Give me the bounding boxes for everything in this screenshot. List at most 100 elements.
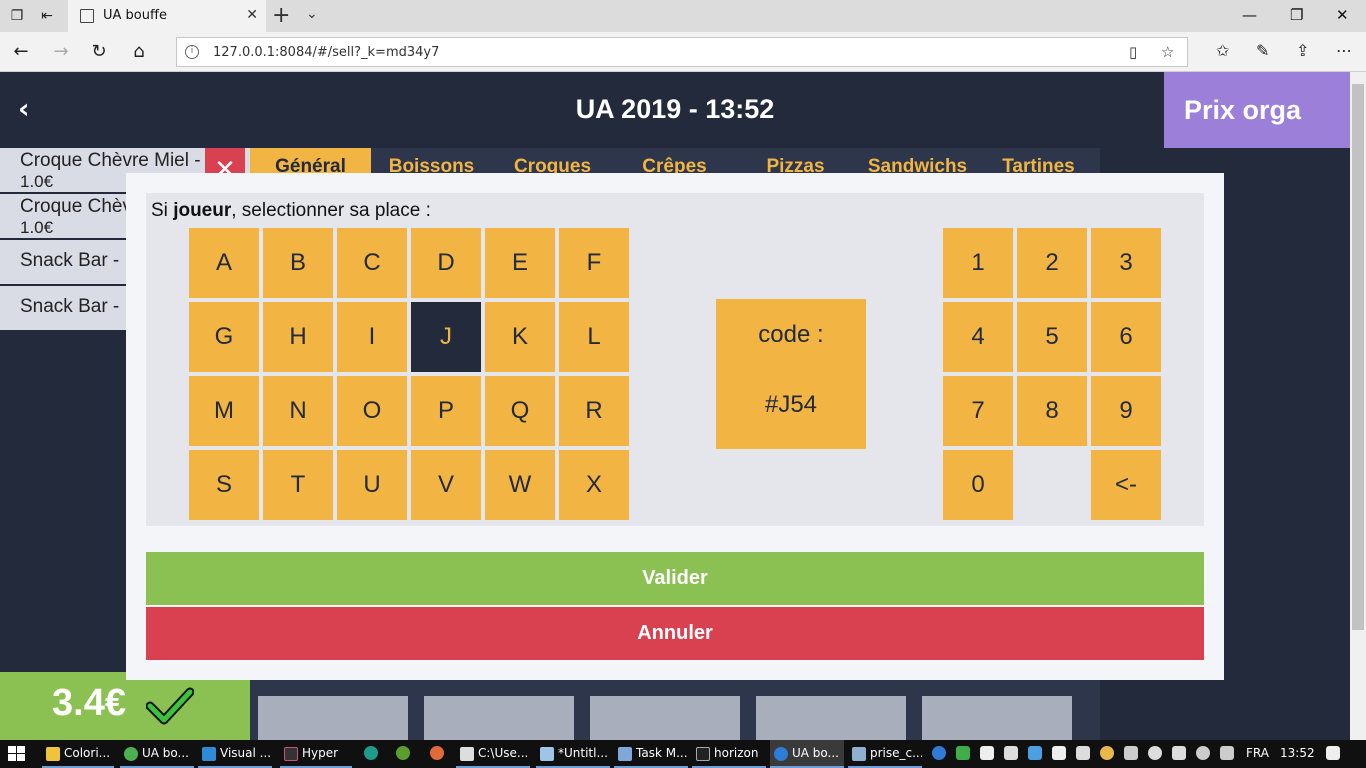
app-icon[interactable] (1052, 746, 1066, 760)
back-arrow-icon[interactable]: ← (10, 41, 32, 63)
seat-letter-key[interactable]: O (337, 376, 407, 446)
seat-letter-key[interactable]: L (559, 302, 629, 372)
seat-letter-key[interactable]: R (559, 376, 629, 446)
seat-letter-key[interactable]: D (411, 228, 481, 298)
app-icon[interactable] (956, 746, 970, 760)
app-icon[interactable] (430, 746, 444, 760)
home-icon[interactable]: ⌂ (128, 41, 150, 63)
tab-sandwichs[interactable]: Sandwichs (857, 148, 978, 176)
seat-letter-key[interactable]: G (189, 302, 259, 372)
digit-key[interactable]: 6 (1091, 302, 1161, 372)
tab-croques[interactable]: Croques (492, 148, 613, 176)
reading-view-icon[interactable]: ▯ (1129, 43, 1137, 61)
seat-letter-key[interactable]: U (337, 450, 407, 520)
seat-letter-key[interactable]: B (263, 228, 333, 298)
seat-letter-key[interactable]: M (189, 376, 259, 446)
seat-letter-key[interactable]: S (189, 450, 259, 520)
minimize-icon[interactable]: — (1242, 6, 1257, 24)
cloud-icon[interactable] (1148, 746, 1162, 760)
scrollbar-thumb[interactable] (1352, 84, 1364, 630)
product-tile[interactable] (922, 696, 1072, 740)
digit-key[interactable]: 7 (943, 376, 1013, 446)
seat-letter-key[interactable]: P (411, 376, 481, 446)
favorites-icon[interactable]: ✩ (1216, 41, 1229, 60)
tab-preview-icon[interactable]: ❐ (8, 7, 26, 25)
tab-tartines[interactable]: Tartines (978, 148, 1099, 176)
digit-key[interactable]: 5 (1017, 302, 1087, 372)
wifi-icon[interactable] (1196, 746, 1210, 760)
taskbar-item[interactable]: horizon (692, 740, 766, 768)
seat-letter-key[interactable]: C (337, 228, 407, 298)
chevron-down-icon[interactable]: ⌄ (306, 6, 318, 22)
app-icon[interactable] (396, 746, 410, 760)
language-indicator[interactable]: FRA (1246, 746, 1269, 760)
app-icon[interactable] (364, 746, 378, 760)
digit-key[interactable]: 4 (943, 302, 1013, 372)
seat-letter-key[interactable]: T (263, 450, 333, 520)
seat-letter-key[interactable]: A (189, 228, 259, 298)
product-tile[interactable] (756, 696, 906, 740)
taskbar-item[interactable]: Colori... (42, 740, 114, 768)
close-window-icon[interactable]: ✕ (1336, 6, 1349, 24)
seat-letter-key[interactable]: E (485, 228, 555, 298)
clock[interactable]: 13:52 (1280, 746, 1315, 760)
seat-letter-key[interactable]: J (411, 302, 481, 372)
taskbar-item[interactable]: UA bo... (120, 740, 194, 768)
seat-letter-key[interactable]: V (411, 450, 481, 520)
app-icon[interactable] (980, 746, 994, 760)
notifications-icon[interactable] (1326, 746, 1340, 760)
digit-key[interactable]: 8 (1017, 376, 1087, 446)
app-icon[interactable] (1124, 746, 1138, 760)
browser-tab[interactable]: UA bouffe ✕ (68, 0, 266, 32)
taskbar-item[interactable]: Hyper (280, 740, 352, 768)
tab-boissons[interactable]: Boissons (371, 148, 492, 176)
forward-arrow-icon[interactable]: → (50, 41, 72, 63)
seat-letter-key[interactable]: H (263, 302, 333, 372)
taskbar-item[interactable]: C:\Use... (456, 740, 530, 768)
tab-pizzas[interactable]: Pizzas (735, 148, 856, 176)
product-tile[interactable] (590, 696, 740, 740)
new-tab-icon[interactable]: + (272, 3, 290, 28)
taskbar-item[interactable]: prise_c... (848, 740, 922, 768)
seat-letter-key[interactable]: X (559, 450, 629, 520)
seat-letter-key[interactable]: K (485, 302, 555, 372)
app-icon[interactable] (1100, 746, 1114, 760)
favorite-star-icon[interactable]: ☆ (1161, 43, 1174, 61)
bluetooth-icon[interactable] (932, 746, 946, 760)
seat-letter-key[interactable]: I (337, 302, 407, 372)
app-icon[interactable] (1076, 746, 1090, 760)
validate-button[interactable]: Valider (146, 552, 1204, 605)
product-tile[interactable] (258, 696, 408, 740)
tab-general[interactable]: Général (250, 148, 371, 176)
digit-key[interactable]: 3 (1091, 228, 1161, 298)
share-icon[interactable]: ⇪ (1296, 41, 1309, 60)
taskbar-item[interactable]: *Untitl... (536, 740, 610, 768)
more-icon[interactable]: ⋯ (1336, 41, 1352, 60)
restore-icon[interactable]: ❐ (1290, 6, 1303, 24)
digit-key[interactable]: 2 (1017, 228, 1087, 298)
windows-start-icon[interactable] (8, 746, 26, 762)
app-icon[interactable] (1028, 746, 1042, 760)
taskbar-item[interactable]: Visual ... (198, 740, 272, 768)
digit-key[interactable]: 1 (943, 228, 1013, 298)
prix-orga-button[interactable]: Prix orga (1164, 72, 1350, 148)
close-tab-icon[interactable]: ✕ (246, 7, 258, 23)
digit-key[interactable]: 9 (1091, 376, 1161, 446)
pen-icon[interactable]: ✎ (1256, 41, 1269, 60)
volume-icon[interactable] (1220, 746, 1234, 760)
set-tabs-aside-icon[interactable]: ⇤ (38, 7, 56, 25)
total-confirm-button[interactable]: 3.4€ (0, 672, 250, 740)
tab-crepes[interactable]: Crêpes (614, 148, 735, 176)
taskbar-item[interactable]: Task M... (614, 740, 688, 768)
battery-icon[interactable] (1172, 746, 1186, 760)
seat-letter-key[interactable]: F (559, 228, 629, 298)
url-input[interactable]: i 127.0.0.1:8084/#/sell?_k=md34y7 ▯ ☆ (176, 37, 1188, 67)
seat-letter-key[interactable]: W (485, 450, 555, 520)
backspace-key[interactable]: <- (1091, 450, 1161, 520)
product-tile[interactable] (424, 696, 574, 740)
taskbar-item[interactable]: UA bo... (770, 740, 844, 768)
digit-key[interactable]: 0 (943, 450, 1013, 520)
seat-letter-key[interactable]: Q (485, 376, 555, 446)
cancel-button[interactable]: Annuler (146, 607, 1204, 660)
refresh-icon[interactable]: ↻ (88, 41, 110, 63)
